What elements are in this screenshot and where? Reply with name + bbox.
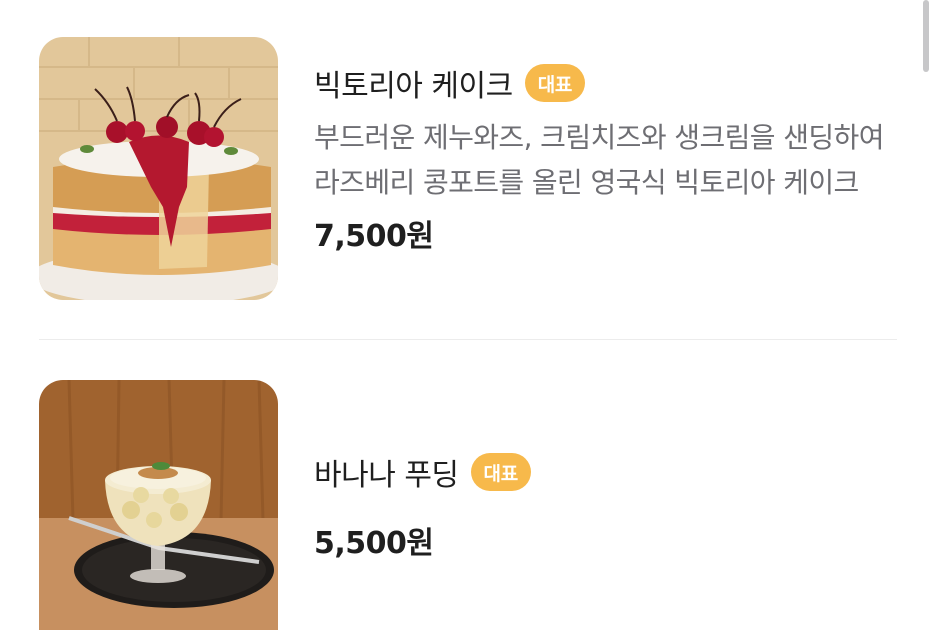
menu-list-screen: 빅토리아 케이크 대표 부드러운 제누와즈, 크림치즈와 생크림을 샌딩하여 라… [0,0,936,630]
banana-pudding-photo [39,380,278,630]
menu-item-title-row: 빅토리아 케이크 대표 [314,61,897,105]
menu-item-description: 부드러운 제누와즈, 크림치즈와 생크림을 샌딩하여 라즈베리 콩포트를 올린 … [314,121,884,199]
menu-item-price: 5,500원 [314,526,434,561]
menu-item-name: 빅토리아 케이크 [314,69,513,104]
scrollbar[interactable] [923,0,929,72]
menu-item-name: 바나나 푸딩 [314,458,459,493]
menu-item-info: 빅토리아 케이크 대표 부드러운 제누와즈, 크림치즈와 생크림을 샌딩하여 라… [314,37,897,255]
menu-item-victoria-cake[interactable]: 빅토리아 케이크 대표 부드러운 제누와즈, 크림치즈와 생크림을 샌딩하여 라… [39,37,897,301]
menu-item-banana-pudding[interactable]: 바나나 푸딩 대표 5,500원 [39,380,897,630]
menu-item-info: 바나나 푸딩 대표 5,500원 [314,380,897,562]
signature-badge: 대표 [470,453,531,491]
victoria-cake-photo [39,37,278,300]
menu-item-price: 7,500원 [314,219,434,254]
signature-badge: 대표 [524,64,586,102]
divider [39,339,897,340]
menu-item-title-row: 바나나 푸딩 대표 [314,450,897,494]
